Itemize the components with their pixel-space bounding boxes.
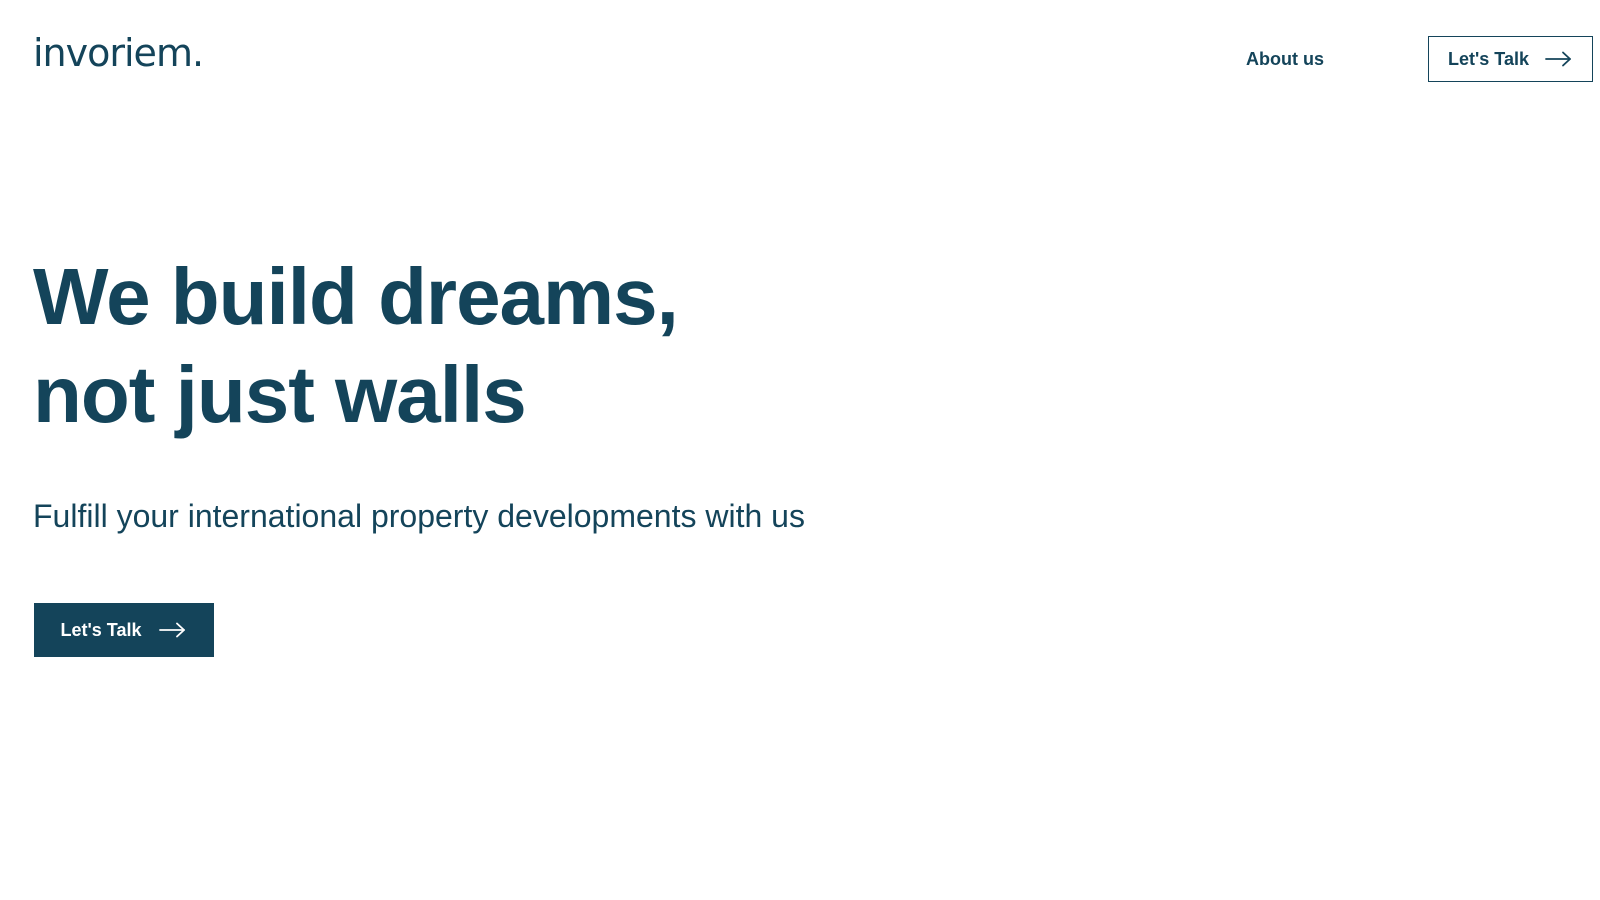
arrow-right-icon <box>159 622 187 638</box>
hero-title-line-1: We build dreams, <box>33 252 679 341</box>
brand-logo[interactable]: invoriem. <box>33 34 204 72</box>
hero-subtitle: Fulfill your international property deve… <box>33 498 805 534</box>
header-lets-talk-button[interactable]: Let's Talk <box>1428 36 1593 82</box>
nav-link-about-us[interactable]: About us <box>1246 49 1324 70</box>
arrow-right-icon <box>1545 51 1573 67</box>
hero-lets-talk-label: Let's Talk <box>60 619 142 640</box>
landing-page: invoriem. About us Let's Talk We build d… <box>0 0 1600 900</box>
hero-title-line-2: not just walls <box>33 350 527 439</box>
header-lets-talk-label: Let's Talk <box>1448 48 1529 69</box>
hero-lets-talk-button[interactable]: Let's Talk <box>34 603 214 657</box>
hero-title: We build dreams, not just walls <box>33 248 679 444</box>
